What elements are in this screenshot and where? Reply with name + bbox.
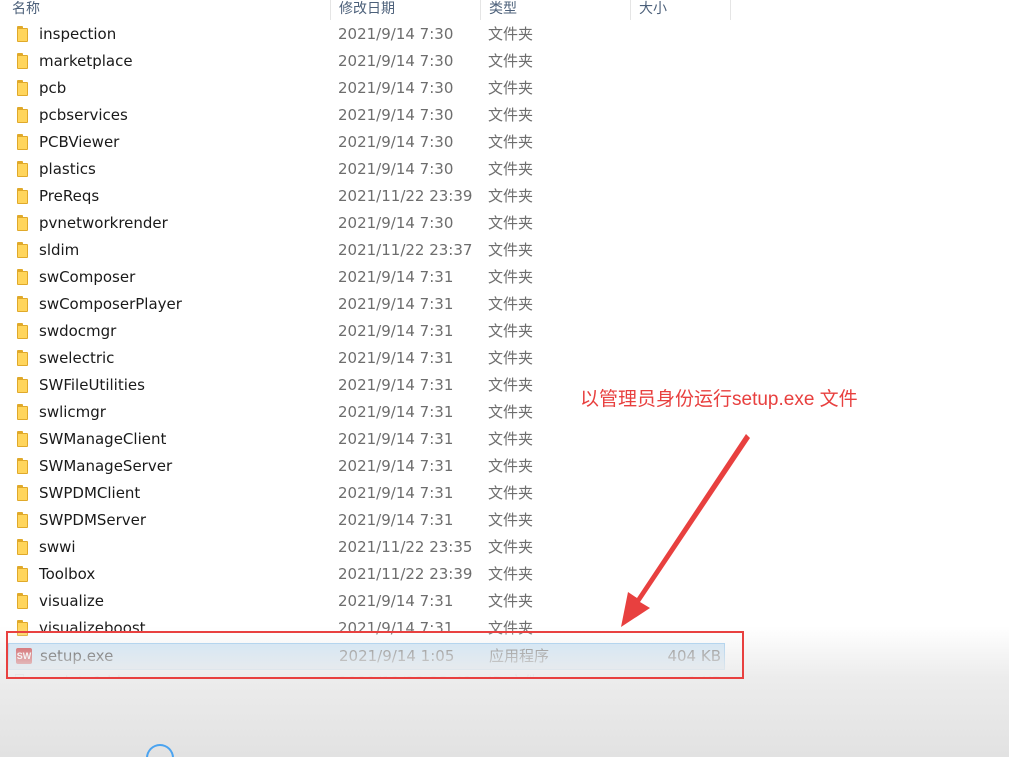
file-explorer-view: 名称 修改日期 类型 大小 inspection 2021/9/14 7:30 文件… [0,0,1009,757]
annotation-text: 以管理员身份运行setup.exe 文件 [580,389,858,410]
annotation-arrow-icon [621,434,750,627]
